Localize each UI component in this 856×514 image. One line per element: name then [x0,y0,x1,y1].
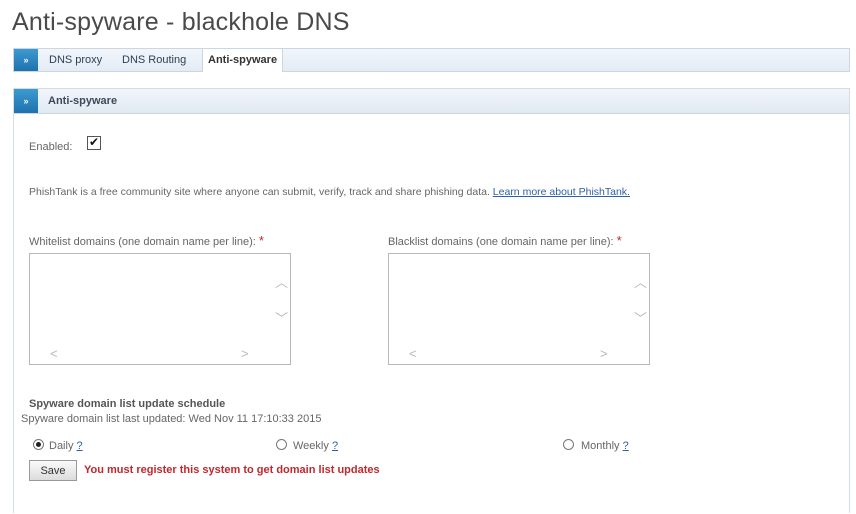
scroll-up-icon[interactable]: ︿ [275,276,288,289]
registration-warning: You must register this system to get dom… [84,464,380,476]
tab-dns-proxy[interactable]: DNS proxy [44,49,107,71]
description-text: PhishTank is a free community site where… [29,186,490,198]
scroll-down-icon[interactable]: ﹀ [634,312,647,325]
radio-daily[interactable] [33,439,44,450]
learn-more-phishtank-link[interactable]: Learn more about PhishTank. [493,186,630,198]
whitelist-label-text: Whitelist domains (one domain name per l… [29,236,256,248]
double-chevron-right-icon[interactable]: » [14,49,38,71]
scroll-left-icon[interactable]: < [409,347,417,360]
blacklist-label: Blacklist domains (one domain name per l… [388,233,622,248]
daily-label-text: Daily [49,440,74,452]
scroll-down-icon[interactable]: ﹀ [275,312,288,325]
weekly-label: Weekly ? [293,440,338,452]
blacklist-label-text: Blacklist domains (one domain name per l… [388,236,614,248]
check-icon: ✔ [88,135,100,149]
monthly-label: Monthly ? [581,440,629,452]
scroll-up-icon[interactable]: ︿ [634,276,647,289]
whitelist-label: Whitelist domains (one domain name per l… [29,233,264,248]
monthly-label-text: Monthly [581,440,620,452]
tab-anti-spyware[interactable]: Anti-spyware [202,49,284,72]
blacklist-textarea[interactable]: ︿ ﹀ < > [388,253,650,365]
weekly-help-link[interactable]: ? [332,440,338,452]
save-button[interactable]: Save [29,460,77,481]
monthly-help-link[interactable]: ? [623,440,629,452]
enabled-label: Enabled: [29,141,73,153]
panel-header: » Anti-spyware [14,89,849,114]
last-updated-text: Spyware domain list last updated: Wed No… [21,413,322,425]
daily-label: Daily ? [49,440,83,452]
required-marker: * [258,233,264,248]
weekly-label-text: Weekly [293,440,329,452]
scroll-left-icon[interactable]: < [50,347,58,360]
required-marker: * [616,233,622,248]
whitelist-textarea[interactable]: ︿ ﹀ < > [29,253,291,365]
tab-dns-routing[interactable]: DNS Routing [117,49,191,71]
schedule-heading: Spyware domain list update schedule [29,398,226,410]
radio-weekly[interactable] [276,439,287,450]
phishtank-description: PhishTank is a free community site where… [29,186,630,198]
tab-bar: » DNS proxy DNS Routing Anti-spyware [13,48,850,72]
daily-help-link[interactable]: ? [77,440,83,452]
scroll-right-icon[interactable]: > [600,347,608,360]
enabled-checkbox[interactable]: ✔ [87,136,101,150]
radio-monthly[interactable] [563,439,574,450]
panel-title: Anti-spyware [48,95,118,107]
page-title: Anti-spyware - blackhole DNS [12,8,350,36]
scroll-right-icon[interactable]: > [241,347,249,360]
double-chevron-right-icon[interactable]: » [14,89,38,113]
